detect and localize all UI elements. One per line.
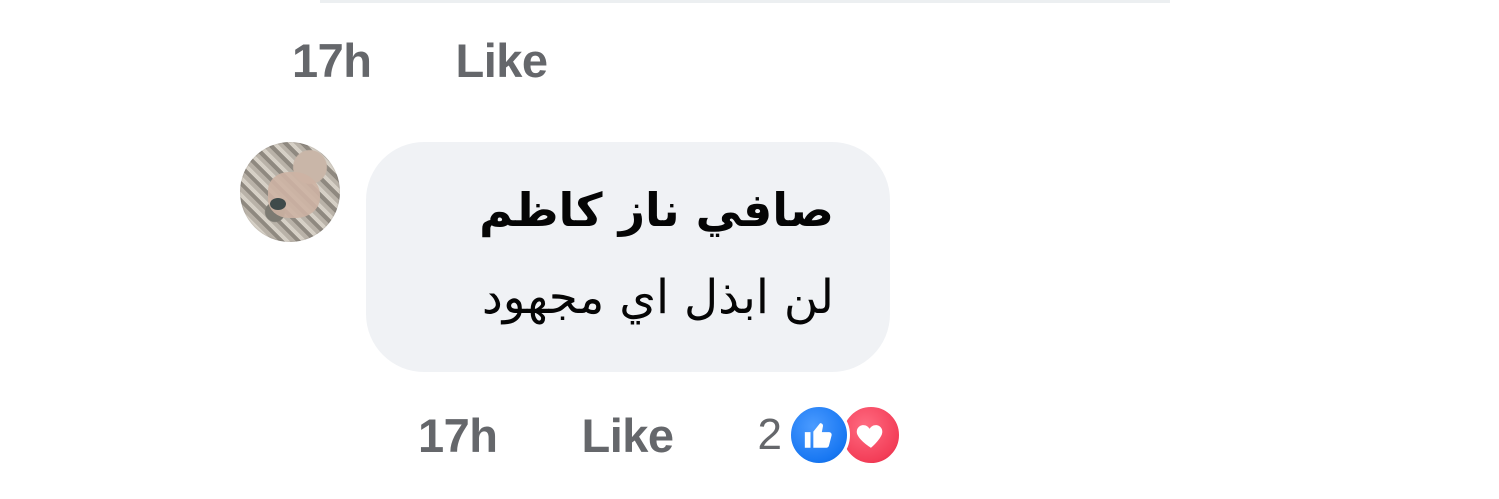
previous-comment-like-button[interactable]: Like	[456, 33, 549, 88]
commenter-avatar[interactable]	[240, 142, 340, 242]
comment-like-button[interactable]: Like	[582, 408, 675, 463]
reaction-summary[interactable]: 2	[758, 404, 902, 466]
comment-bubble: صافي ناز كاظم لن ابذل اي مجهود	[366, 142, 890, 372]
comment-timestamp[interactable]: 17h	[418, 408, 498, 463]
previous-comment-bubble-edge	[320, 0, 1170, 3]
previous-comment-timestamp[interactable]: 17h	[292, 33, 372, 88]
comment-actions: 17h Like 2	[418, 404, 902, 466]
comment-text: لن ابذل اي مجهود	[481, 270, 834, 325]
reaction-count: 2	[757, 410, 782, 459]
like-reaction-icon	[787, 404, 850, 466]
previous-comment-actions: 17h Like	[292, 30, 548, 90]
comment-author-name[interactable]: صافي ناز كاظم	[416, 180, 834, 240]
